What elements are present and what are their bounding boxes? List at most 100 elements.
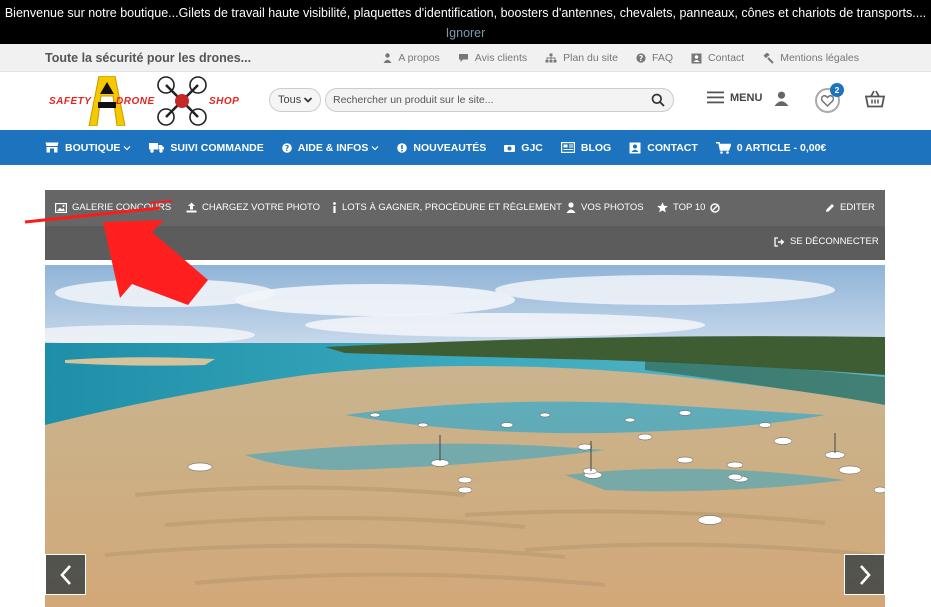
toplink-legal-label: Mentions légales	[780, 52, 859, 64]
account-icon[interactable]	[774, 91, 789, 106]
toplink-contact-label: Contact	[708, 52, 745, 64]
wishlist-count-badge: 2	[830, 83, 844, 97]
toplink-legal[interactable]: Mentions légales	[762, 52, 859, 64]
galerie-concours-label: GALERIE CONCOURS	[72, 202, 172, 213]
sitemap-icon	[545, 53, 557, 63]
star-icon	[657, 202, 668, 213]
top10-label: TOP 10	[673, 202, 706, 213]
vos-photos-label: VOS PHOTOS	[581, 202, 644, 213]
wishlist-button[interactable]: 2	[815, 83, 844, 113]
hero-slider	[45, 265, 885, 607]
toplink-contact[interactable]: Contact	[691, 52, 744, 64]
nav-item-gjc-label: GJC	[521, 141, 543, 154]
contact-card-icon	[629, 142, 641, 153]
nav-item-contact[interactable]: CONTACT	[629, 142, 698, 154]
nav-item-aide-infos[interactable]: ? AIDE & INFOS	[281, 141, 380, 154]
main-navigation: BOUTIQUE SUIVI COMMANDE ? AIDE & INFOS N…	[0, 130, 931, 165]
gavel-icon	[763, 52, 774, 64]
logo-word-shop: SHOP	[209, 96, 240, 107]
search-form	[325, 88, 674, 112]
heart-icon	[821, 94, 834, 107]
logout-label: SE DÉCONNECTER	[790, 236, 879, 247]
site-header: SAFETY DRONE SHOP Tous MENU 2	[0, 72, 931, 130]
nav-item-blog-label: BLOG	[580, 141, 612, 154]
menu-button[interactable]: MENU	[707, 91, 762, 104]
shop-icon	[45, 142, 59, 153]
lots-reglement-link[interactable]: LOTS À GAGNER, PROCÉDURE ET RÈGLEMENT	[332, 202, 562, 213]
svg-text:?: ?	[285, 144, 289, 153]
lots-reglement-label: LOTS À GAGNER, PROCÉDURE ET RÈGLEMENT	[342, 202, 562, 213]
truck-icon	[149, 143, 165, 153]
toplink-reviews[interactable]: Avis clients	[458, 52, 527, 64]
nav-item-gjc[interactable]: GJC	[504, 142, 543, 154]
chevron-down-icon	[123, 145, 131, 150]
pencil-icon	[826, 203, 834, 212]
top-links: A propos Avis clients Plan du site ? FAQ…	[365, 44, 859, 72]
nav-item-cart-label: 0 ARTICLE - 0,00€	[736, 141, 827, 154]
search-category-value: Tous	[278, 94, 302, 106]
logo-word-safety: SAFETY	[49, 96, 92, 107]
gallery-toolbar: GALERIE CONCOURS CHARGEZ VOTRE PHOTO LOT…	[45, 190, 885, 260]
toplink-sitemap-label: Plan du site	[563, 52, 618, 64]
contact-card-icon	[691, 53, 702, 63]
drone-icon	[157, 76, 207, 126]
chevron-down-icon	[371, 145, 379, 150]
chevron-left-icon	[59, 564, 71, 585]
menu-button-label: MENU	[730, 91, 763, 104]
search-icon[interactable]	[651, 93, 665, 107]
slider-next-button[interactable]	[844, 554, 885, 595]
comment-icon	[458, 54, 468, 62]
store-notice-message: Bienvenue sur notre boutique...Gilets de…	[4, 6, 927, 20]
nav-item-blog[interactable]: BLOG	[560, 141, 612, 154]
upload-photo-link[interactable]: CHARGEZ VOTRE PHOTO	[186, 202, 320, 213]
nav-item-boutique[interactable]: BOUTIQUE	[45, 142, 131, 154]
newspaper-icon	[560, 142, 575, 153]
nav-item-aide-infos-label: AIDE & INFOS	[297, 141, 369, 154]
sign-out-icon	[774, 236, 785, 247]
toplink-sitemap[interactable]: Plan du site	[545, 52, 618, 64]
logo-word-drone: DRONE	[116, 96, 155, 107]
search-input[interactable]	[333, 92, 643, 108]
user-icon	[566, 202, 576, 213]
store-notice-bar: Bienvenue sur notre boutique...Gilets de…	[0, 0, 931, 44]
galerie-concours-link[interactable]: GALERIE CONCOURS	[55, 202, 171, 213]
store-notice-dismiss-link[interactable]: Ignorer	[0, 26, 931, 40]
site-logo[interactable]: SAFETY DRONE SHOP	[45, 76, 240, 126]
edit-label: EDITER	[840, 202, 875, 213]
upload-photo-label: CHARGEZ VOTRE PHOTO	[202, 202, 321, 213]
vos-photos-link[interactable]: VOS PHOTOS	[566, 202, 644, 213]
logout-link[interactable]: SE DÉCONNECTER	[774, 236, 879, 247]
toplink-faq[interactable]: ? FAQ	[636, 52, 673, 64]
nav-item-contact-label: CONTACT	[647, 141, 698, 154]
chevron-down-icon	[303, 97, 313, 103]
slider-prev-button[interactable]	[45, 554, 86, 595]
hamburger-icon	[707, 91, 724, 104]
nav-item-nouveautes-label: NOUVEAUTÉS	[413, 141, 487, 154]
image-icon	[55, 202, 67, 213]
exclamation-icon	[397, 142, 408, 153]
toplink-about-label: A propos	[398, 52, 440, 64]
nav-item-suivi-commande-label: SUIVI COMMANDE	[170, 141, 264, 154]
toplink-reviews-label: Avis clients	[474, 52, 528, 64]
toplink-faq-label: FAQ	[652, 52, 674, 64]
cart-icon	[715, 141, 731, 154]
basket-icon[interactable]	[865, 90, 885, 108]
edit-link[interactable]: EDITER	[825, 202, 875, 213]
search-category-select[interactable]: Tous	[269, 88, 321, 112]
top10-link[interactable]: TOP 10	[657, 202, 721, 213]
nav-item-boutique-label: BOUTIQUE	[65, 141, 121, 154]
nav-item-nouveautes[interactable]: NOUVEAUTÉS	[397, 142, 486, 154]
camera-icon	[504, 144, 516, 152]
hero-slide-image	[45, 265, 885, 607]
top-links-bar: Toute la sécurité pour les drones... A p…	[0, 44, 931, 72]
question-icon: ?	[636, 53, 646, 63]
upload-icon	[186, 202, 197, 213]
nav-item-cart[interactable]: 0 ARTICLE - 0,00€	[715, 141, 827, 154]
toplink-about[interactable]: A propos	[383, 52, 440, 64]
site-tagline: Toute la sécurité pour les drones...	[45, 51, 252, 65]
info-icon	[333, 202, 336, 213]
svg-text:?: ?	[639, 54, 643, 63]
nav-item-suivi-commande[interactable]: SUIVI COMMANDE	[149, 141, 264, 154]
page: Bienvenue sur notre boutique...Gilets de…	[0, 0, 931, 607]
chevron-right-icon	[859, 564, 871, 585]
